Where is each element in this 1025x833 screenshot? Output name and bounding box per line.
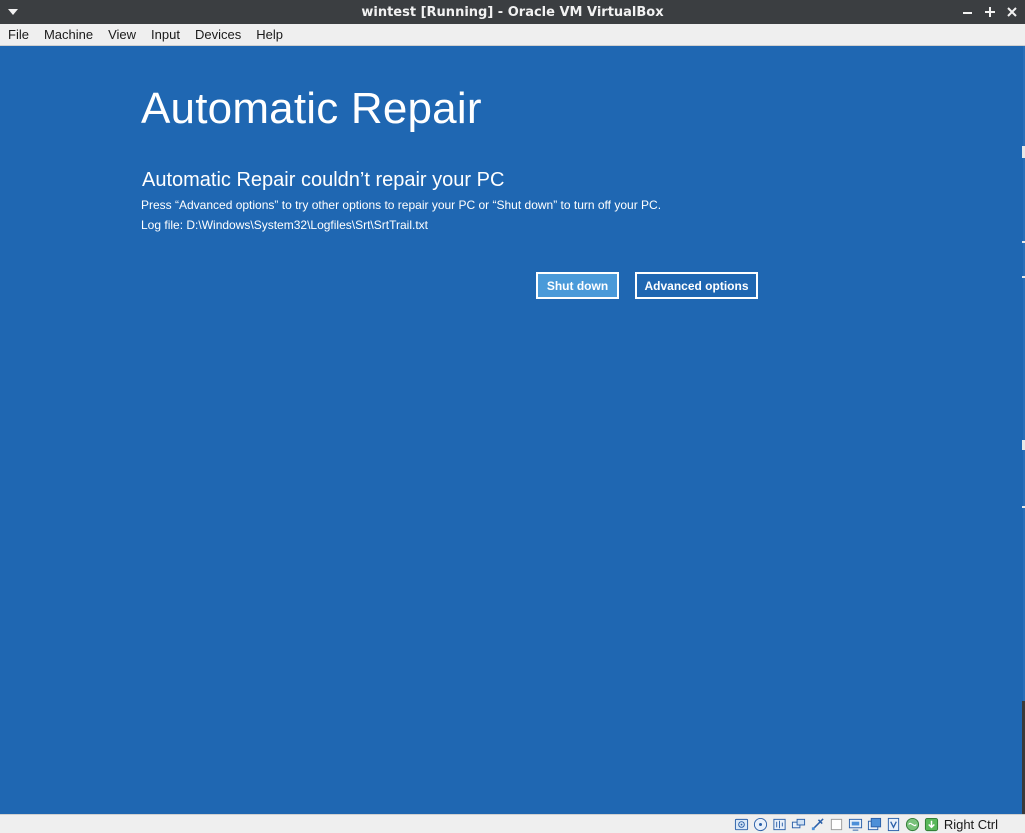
window-titlebar: wintest [Running] - Oracle VM VirtualBox — [0, 0, 1025, 24]
virtualization-icon[interactable] — [886, 816, 902, 832]
statusbar: Right Ctrl — [0, 814, 1025, 833]
window-menu-arrow-icon[interactable] — [6, 0, 20, 24]
page-title: Automatic Repair — [141, 84, 482, 133]
mouse-integration-icon[interactable] — [905, 816, 921, 832]
error-heading: Automatic Repair couldn’t repair your PC — [142, 169, 505, 191]
hard-disk-icon[interactable] — [734, 816, 750, 832]
shut-down-button[interactable]: Shut down — [536, 272, 619, 299]
window-title: wintest [Running] - Oracle VM VirtualBox — [361, 4, 664, 20]
maximize-icon[interactable] — [983, 5, 997, 19]
display-icon[interactable] — [848, 816, 864, 832]
menu-machine[interactable]: Machine — [38, 24, 99, 46]
menu-help[interactable]: Help — [250, 24, 289, 46]
host-key-label: Right Ctrl — [943, 816, 998, 832]
close-icon[interactable] — [1005, 5, 1019, 19]
usb-icon[interactable] — [810, 816, 826, 832]
log-file-path: Log file: D:\Windows\System32\Logfiles\S… — [141, 218, 428, 232]
advanced-options-button[interactable]: Advanced options — [635, 272, 758, 299]
optical-drive-icon[interactable] — [753, 816, 769, 832]
minimize-icon[interactable] — [961, 5, 975, 19]
menubar: File Machine View Input Devices Help — [0, 24, 1025, 46]
network-icon[interactable] — [791, 816, 807, 832]
menu-view[interactable]: View — [102, 24, 142, 46]
menu-file[interactable]: File — [2, 24, 35, 46]
menu-input[interactable]: Input — [145, 24, 186, 46]
shared-folders-icon[interactable] — [829, 816, 845, 832]
menu-devices[interactable]: Devices — [189, 24, 247, 46]
video-capture-icon[interactable] — [867, 816, 883, 832]
guest-screen[interactable]: Automatic Repair Automatic Repair couldn… — [0, 46, 1025, 814]
audio-icon[interactable] — [772, 816, 788, 832]
keyboard-capture-icon[interactable] — [924, 816, 940, 832]
error-description: Press “Advanced options” to try other op… — [141, 198, 662, 212]
